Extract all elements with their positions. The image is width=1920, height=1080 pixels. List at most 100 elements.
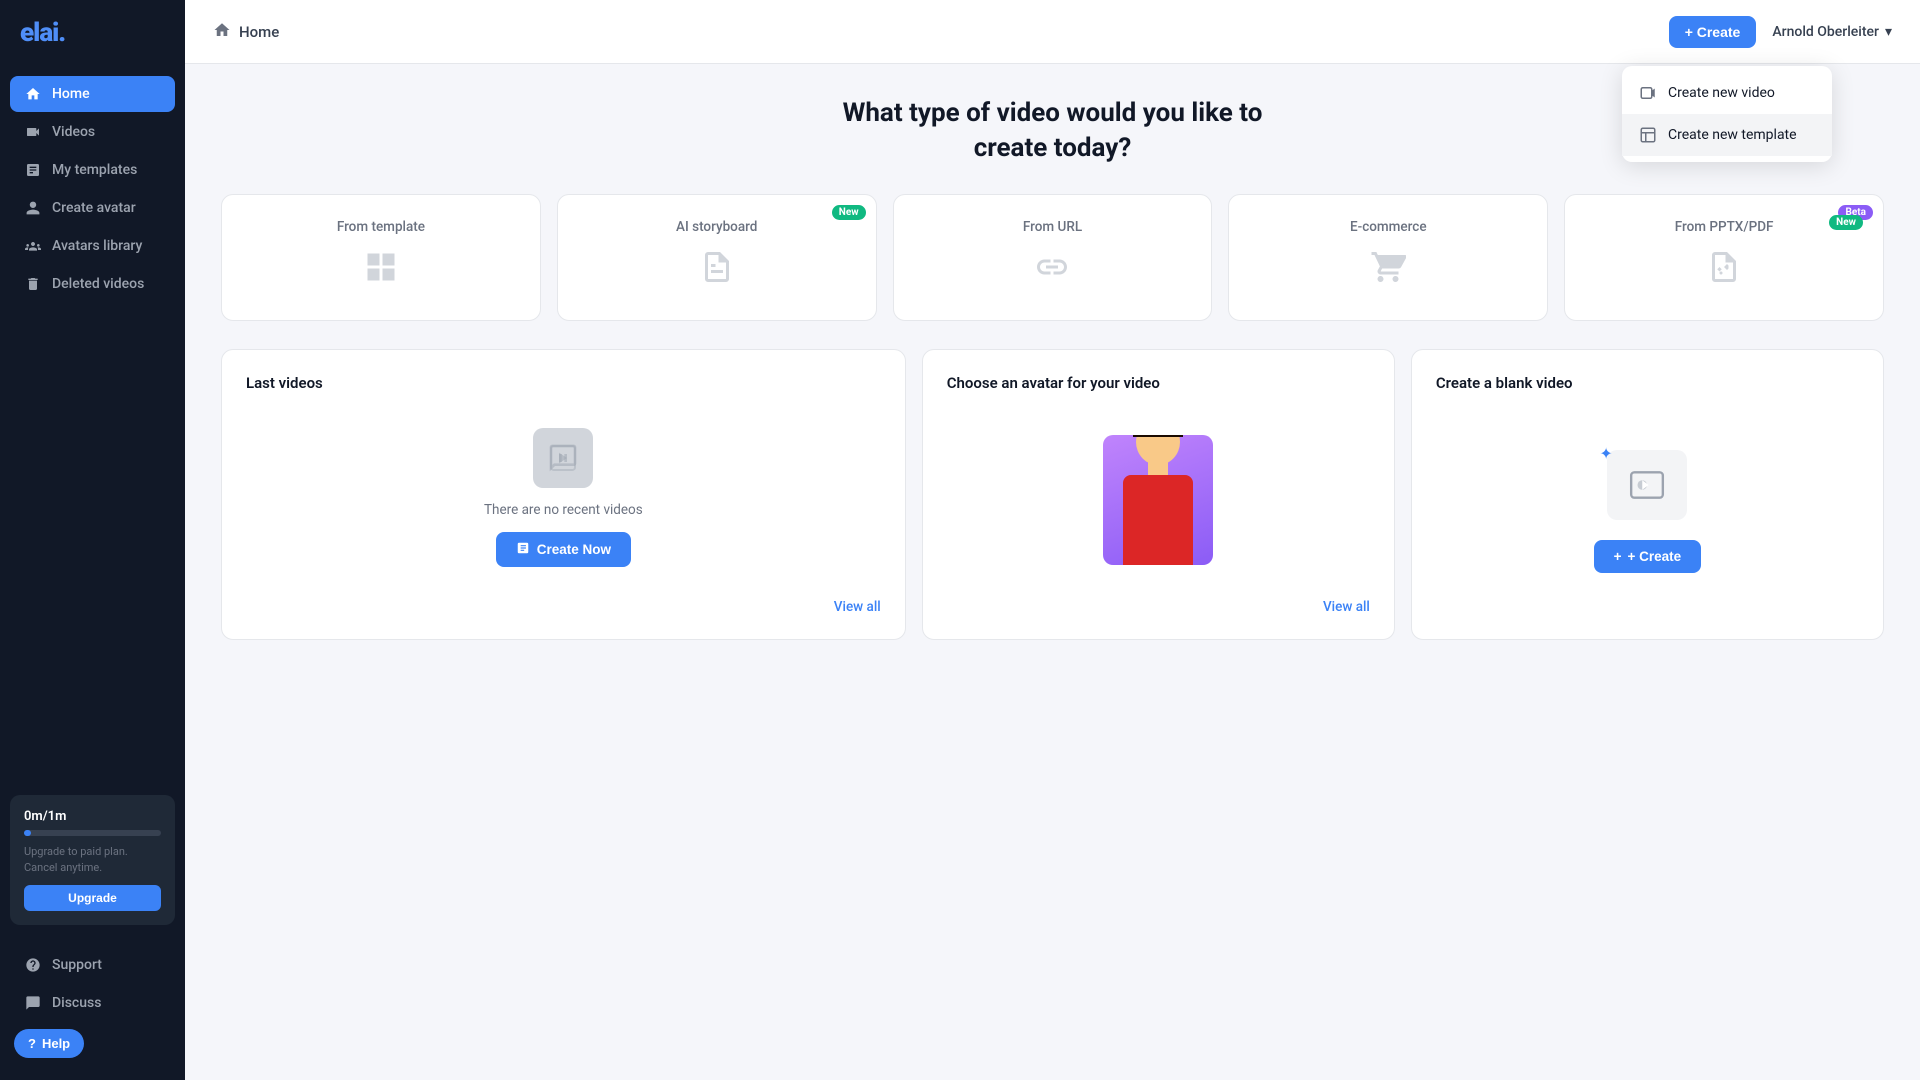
blank-video-icon: ✦ [1607,450,1687,520]
choose-avatar-header: Choose an avatar for your video [947,374,1370,392]
app-logo: elai. [0,0,185,68]
sidebar-item-support[interactable]: Support [10,947,175,983]
help-button[interactable]: ? Help [14,1029,84,1058]
sidebar-item-create-avatar[interactable]: Create avatar [10,190,175,226]
last-videos-empty-state: There are no recent videos Create Now [246,408,881,587]
main-area: Home + Create Arnold Oberleiter ▾ Create… [185,0,1920,1080]
create-now-button[interactable]: Create Now [496,532,631,567]
sidebar-item-my-templates[interactable]: My templates [10,152,175,188]
avatar-display[interactable] [1103,435,1213,565]
plan-card: 0m/1m Upgrade to paid plan. Cancel anyti… [10,795,175,925]
dropdown-create-video[interactable]: Create new video [1622,72,1832,114]
blank-video-header: Create a blank video [1436,374,1859,392]
last-videos-empty-text: There are no recent videos [484,502,643,518]
from-pptx-label: From PPTX/PDF [1675,219,1774,235]
dropdown-create-template-label: Create new template [1668,127,1797,143]
last-videos-card: Last videos There are no recent videos C… [221,349,906,640]
create-avatar-icon [24,199,42,217]
sidebar-item-templates-label: My templates [52,162,137,178]
from-template-icon [363,249,399,292]
ai-storyboard-badge: New [832,205,866,220]
choose-avatar-title: Choose an avatar for your video [947,374,1160,392]
create-video-icon [1638,83,1658,103]
avatar-section [947,408,1370,591]
user-menu[interactable]: Arnold Oberleiter ▾ [1772,24,1892,40]
user-menu-chevron-icon: ▾ [1885,24,1892,40]
header-right: + Create Arnold Oberleiter ▾ Create new … [1669,16,1892,48]
ai-storyboard-icon [699,249,735,292]
blank-video-content: ✦ + + Create [1436,408,1859,615]
avatars-library-icon [24,237,42,255]
create-dropdown: Create new video Create new template [1622,66,1832,162]
support-icon [24,956,42,974]
dropdown-create-template[interactable]: Create new template [1622,114,1832,156]
plan-bar-background [24,830,161,836]
breadcrumb-label: Home [239,23,279,41]
header: Home + Create Arnold Oberleiter ▾ Create… [185,0,1920,64]
videos-icon [24,123,42,141]
type-card-from-template[interactable]: From template [221,194,541,321]
choose-avatar-card: Choose an avatar for your video View all [922,349,1395,640]
upgrade-button[interactable]: Upgrade [24,885,161,911]
from-url-label: From URL [1023,219,1082,235]
breadcrumb: Home [213,21,279,43]
plan-bar-fill [24,830,31,836]
type-card-from-url[interactable]: From URL [893,194,1213,321]
sidebar-item-avatars-label: Avatars library [52,238,142,254]
home-icon [24,85,42,103]
avatar-view-all[interactable]: View all [947,599,1370,615]
blank-video-title: Create a blank video [1436,374,1573,392]
avatar-body [1123,475,1193,565]
help-icon: ? [28,1036,36,1051]
sidebar-item-discuss-label: Discuss [52,995,101,1011]
type-card-e-commerce[interactable]: E-commerce [1228,194,1548,321]
avatar-face [1136,435,1180,465]
create-button[interactable]: + Create [1669,16,1757,48]
sidebar: elai. Home Videos My templates [0,0,185,1080]
type-card-ai-storyboard[interactable]: New AI storyboard [557,194,877,321]
video-type-cards: From template New AI storyboard From URL [221,194,1884,321]
pptx-badge-row: Beta New [1838,205,1873,220]
sidebar-item-videos[interactable]: Videos [10,114,175,150]
plan-description: Upgrade to paid plan. Cancel anytime. [24,844,161,875]
ai-storyboard-label: AI storyboard [676,219,757,235]
last-videos-title: Last videos [246,374,323,392]
sidebar-item-deleted-videos[interactable]: Deleted videos [10,266,175,302]
blank-video-star-icon: ✦ [1599,444,1612,463]
create-blank-icon: + [1614,549,1622,564]
last-videos-view-all[interactable]: View all [246,599,881,615]
templates-icon [24,161,42,179]
last-videos-empty-icon [533,428,593,488]
create-blank-button[interactable]: + + Create [1594,540,1702,573]
sidebar-item-videos-label: Videos [52,124,95,140]
type-card-from-pptx[interactable]: Beta New From PPTX/PDF [1564,194,1884,321]
sidebar-item-home-label: Home [52,86,90,102]
sidebar-nav: Home Videos My templates Create avatar [0,68,185,787]
deleted-videos-icon [24,275,42,293]
sidebar-item-support-label: Support [52,957,102,973]
content-area: What type of video would you like to cre… [185,64,1920,1080]
e-commerce-label: E-commerce [1350,219,1427,235]
sidebar-bottom-nav: Support Discuss ? Help [0,937,185,1080]
create-template-icon [1638,125,1658,145]
dropdown-create-video-label: Create new video [1668,85,1775,101]
breadcrumb-home-icon [213,21,231,43]
discuss-icon [24,994,42,1012]
from-url-icon [1034,249,1070,292]
sidebar-item-discuss[interactable]: Discuss [10,985,175,1021]
from-pptx-icon [1706,249,1742,292]
e-commerce-icon [1370,249,1406,292]
user-name: Arnold Oberleiter [1772,24,1879,40]
plan-usage: 0m/1m [24,809,161,824]
from-template-label: From template [337,219,425,235]
bottom-cards: Last videos There are no recent videos C… [221,349,1884,640]
sidebar-item-create-avatar-label: Create avatar [52,200,136,216]
blank-video-card: Create a blank video ✦ + + Create [1411,349,1884,640]
sidebar-item-deleted-label: Deleted videos [52,276,144,292]
avatar-hair [1133,435,1183,437]
pptx-new-badge: New [1829,215,1863,230]
last-videos-header: Last videos [246,374,881,392]
sidebar-item-avatars-library[interactable]: Avatars library [10,228,175,264]
create-now-icon [516,541,530,558]
sidebar-item-home[interactable]: Home [10,76,175,112]
